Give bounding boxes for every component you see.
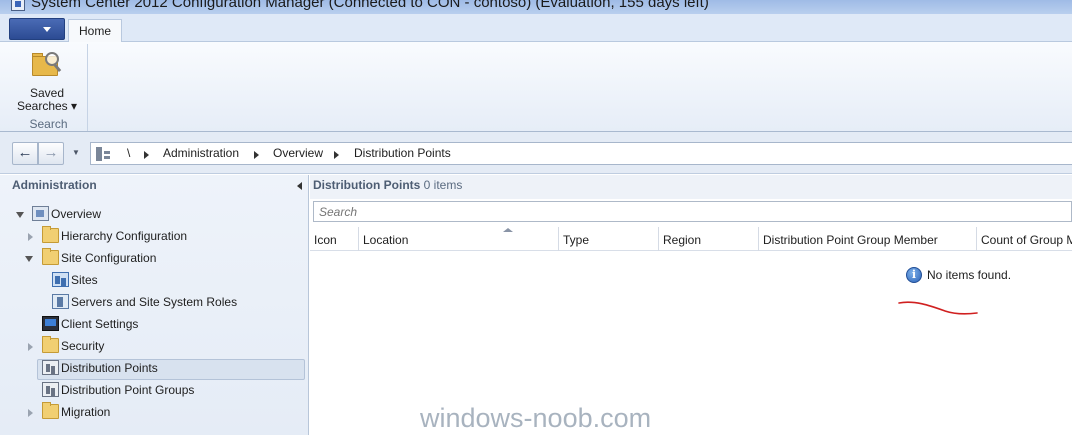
results-header: Distribution Points 0 items xyxy=(310,175,1072,199)
column-label: Region xyxy=(663,233,702,247)
sidebar-item-overview[interactable]: Overview xyxy=(0,204,309,226)
folder-icon xyxy=(42,226,59,243)
empty-message-text: No items found. xyxy=(927,268,1012,282)
sidebar-item-servers-and-site-system-roles[interactable]: Servers and Site System Roles xyxy=(0,292,309,314)
breadcrumb-separator-icon[interactable] xyxy=(334,151,339,159)
sidebar-item-distribution-points[interactable]: Distribution Points xyxy=(0,358,309,380)
expanded-arrow-icon[interactable] xyxy=(25,256,33,262)
console-tree-icon xyxy=(96,147,111,161)
folder-icon xyxy=(42,336,59,353)
breadcrumb: \ Administration Overview Distribution P… xyxy=(90,142,1072,165)
column-header-distribution-point-group-member[interactable]: Distribution Point Group Member xyxy=(759,227,977,251)
column-header-row: Icon Location Type Region Distribution P… xyxy=(310,227,1072,251)
sidebar-item-hierarchy-configuration[interactable]: Hierarchy Configuration xyxy=(0,226,309,248)
collapsed-arrow-icon[interactable] xyxy=(28,409,33,417)
column-label: Icon xyxy=(314,233,337,247)
history-buttons: ← → ▼ xyxy=(12,142,88,165)
window-title-bar: System Center 2012 Configuration Manager… xyxy=(0,0,1072,14)
red-annotation-underline xyxy=(898,301,978,315)
sidebar-item-label: Overview xyxy=(51,207,102,221)
breadcrumb-root[interactable]: \ xyxy=(127,146,130,160)
breadcrumb-overview[interactable]: Overview xyxy=(273,146,323,160)
column-header-type[interactable]: Type xyxy=(559,227,659,251)
sidebar-item-migration[interactable]: Migration xyxy=(0,402,309,424)
info-icon: i xyxy=(906,267,922,283)
breadcrumb-separator-icon[interactable] xyxy=(144,151,149,159)
results-title: Distribution Points xyxy=(313,178,421,192)
sites-icon xyxy=(52,272,69,287)
sidebar-item-label: Distribution Points xyxy=(61,361,158,375)
sidebar-item-label: Distribution Point Groups xyxy=(61,383,195,397)
sidebar-item-site-configuration[interactable]: Site Configuration xyxy=(0,248,309,270)
servers-icon xyxy=(52,294,69,309)
column-label: Type xyxy=(563,233,590,247)
sidebar-item-sites[interactable]: Sites xyxy=(0,270,309,292)
ribbon-tab-strip: Home xyxy=(0,14,1072,43)
column-header-icon[interactable]: Icon xyxy=(310,227,359,251)
app-icon xyxy=(11,0,25,11)
sidebar-item-label: Migration xyxy=(61,405,111,419)
column-label: Count of Group M xyxy=(981,233,1072,247)
expanded-arrow-icon[interactable] xyxy=(16,212,24,218)
forward-arrow-icon[interactable]: → xyxy=(38,142,64,165)
sidebar-item-client-settings[interactable]: Client Settings xyxy=(0,314,309,336)
search-input[interactable] xyxy=(314,202,1071,221)
search-box[interactable] xyxy=(313,201,1072,222)
collapse-pane-icon[interactable] xyxy=(297,182,302,190)
watermark: windows-noob.com xyxy=(420,403,652,433)
ribbon: Saved Searches ▾ Search xyxy=(0,42,1072,132)
column-header-location[interactable]: Location xyxy=(359,227,559,251)
sidebar-item-label: Hierarchy Configuration xyxy=(61,229,188,243)
distribution-points-icon xyxy=(42,360,59,375)
navigation-pane: Administration Overview Hierarchy Config… xyxy=(0,175,309,435)
overview-icon xyxy=(32,206,49,221)
item-count: 0 items xyxy=(423,178,463,192)
breadcrumb-separator-icon[interactable] xyxy=(254,151,259,159)
collapsed-arrow-icon[interactable] xyxy=(28,343,33,351)
page-title: Distribution Points 0 items xyxy=(313,178,462,192)
column-header-region[interactable]: Region xyxy=(659,227,759,251)
sidebar-item-distribution-point-groups[interactable]: Distribution Point Groups xyxy=(0,380,309,402)
sidebar-item-label: Client Settings xyxy=(61,317,139,331)
saved-searches-button[interactable]: Saved Searches ▾ xyxy=(13,48,81,114)
pane-title: Administration xyxy=(12,178,97,192)
sidebar-item-label: Servers and Site System Roles xyxy=(71,295,238,309)
application-menu-button[interactable] xyxy=(9,18,65,40)
column-label: Location xyxy=(363,233,409,247)
folder-icon xyxy=(42,248,59,265)
column-header-count-of-group-members[interactable]: Count of Group M xyxy=(977,227,1072,251)
back-arrow-icon[interactable]: ← xyxy=(12,142,38,165)
saved-searches-icon xyxy=(32,52,62,78)
client-settings-icon xyxy=(42,316,59,331)
sidebar-item-security[interactable]: Security xyxy=(0,336,309,358)
navigation-bar: ← → ▼ \ Administration Overview Distribu… xyxy=(0,132,1072,174)
distribution-point-groups-icon xyxy=(42,382,59,397)
ribbon-group-search: Saved Searches ▾ Search xyxy=(9,44,88,131)
ribbon-group-label: Search xyxy=(29,117,68,131)
sidebar-item-label: Security xyxy=(61,339,105,353)
breadcrumb-administration[interactable]: Administration xyxy=(163,146,239,160)
sort-ascending-icon xyxy=(503,228,513,232)
saved-searches-label: Saved Searches ▾ xyxy=(16,86,78,113)
window-title: System Center 2012 Configuration Manager… xyxy=(31,0,709,11)
breadcrumb-distribution-points[interactable]: Distribution Points xyxy=(354,146,451,160)
history-dropdown-icon[interactable]: ▼ xyxy=(70,146,82,160)
sidebar-item-label: Site Configuration xyxy=(61,251,157,265)
folder-icon xyxy=(42,402,59,419)
results-pane: Distribution Points 0 items Icon Locatio… xyxy=(310,175,1072,435)
collapsed-arrow-icon[interactable] xyxy=(28,233,33,241)
column-label: Distribution Point Group Member xyxy=(763,233,938,247)
tab-home[interactable]: Home xyxy=(68,19,122,43)
sidebar-item-label: Sites xyxy=(71,273,98,287)
